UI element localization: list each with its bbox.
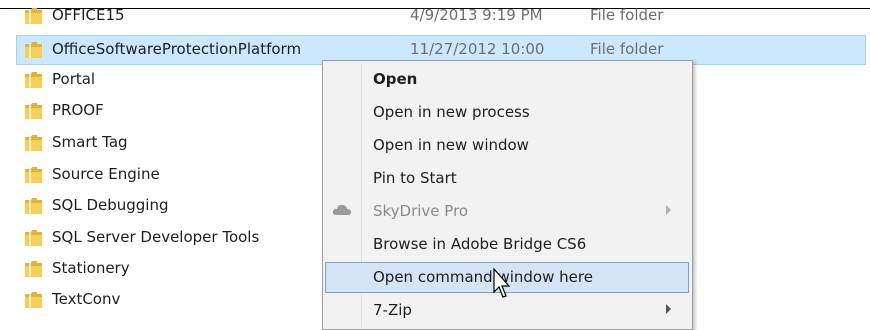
file-name: Source Engine [52, 165, 160, 183]
folder-icon [25, 292, 42, 308]
file-name: OfficeSoftwareProtectionPlatform [52, 40, 302, 58]
menu-item-label: Browse in Adobe Bridge CS6 [373, 235, 587, 253]
mouse-cursor-icon [493, 268, 511, 298]
menu-item-open[interactable]: Open [323, 63, 694, 95]
menu-item-browse-in-adobe-bridge-cs6[interactable]: Browse in Adobe Bridge CS6 [323, 228, 694, 260]
menu-item-open-in-new-process[interactable]: Open in new process [323, 96, 694, 128]
folder-icon [25, 198, 42, 214]
file-name: SQL Debugging [52, 196, 169, 214]
file-row[interactable]: OFFICE15 4/9/2013 9:19 PM File folder [0, 0, 870, 31]
menu-item-label: Pin to Start [373, 169, 457, 187]
folder-icon [25, 103, 42, 119]
menu-item-label: Open [373, 70, 418, 88]
file-name: Stationery [52, 259, 130, 277]
file-date: 11/27/2012 10:00 [410, 40, 545, 58]
folder-icon [25, 230, 42, 246]
folder-icon [25, 72, 42, 88]
file-type: File folder [590, 6, 664, 24]
file-name: TextConv [52, 290, 121, 308]
submenu-arrow-icon [666, 304, 671, 314]
menu-item-pin-to-start[interactable]: Pin to Start [323, 162, 694, 194]
menu-item-label: 7-Zip [373, 301, 412, 319]
folder-icon [25, 167, 42, 183]
file-name: Smart Tag [52, 133, 128, 151]
menu-item-label: Open command window here [373, 268, 593, 286]
folder-icon [25, 8, 42, 24]
folder-icon [25, 135, 42, 151]
menu-item-label: Open in new window [373, 136, 529, 154]
skydrive-cloud-icon [332, 204, 351, 215]
file-name: SQL Server Developer Tools [52, 228, 260, 246]
menu-item-label: Open in new process [373, 103, 530, 121]
menu-item-open-in-new-window[interactable]: Open in new window [323, 129, 694, 161]
file-name: PROOF [52, 101, 104, 119]
folder-icon [25, 42, 42, 58]
file-name: OFFICE15 [52, 6, 125, 24]
menu-item-skydrive-pro[interactable]: SkyDrive Pro [323, 195, 694, 227]
file-name: Portal [52, 70, 96, 88]
file-date: 4/9/2013 9:19 PM [410, 6, 543, 24]
folder-icon [25, 261, 42, 277]
file-row[interactable]: OfficeSoftwareProtectionPlatform 11/27/20… [0, 31, 870, 65]
menu-item-label: SkyDrive Pro [373, 202, 469, 220]
submenu-arrow-icon [666, 205, 671, 215]
file-type: File folder [590, 40, 664, 58]
